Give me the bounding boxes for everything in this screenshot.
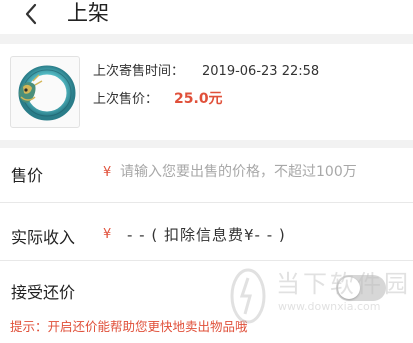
last-price-label: 上次售价： bbox=[93, 92, 159, 107]
watermark-url: www.downxia.com bbox=[278, 300, 381, 313]
last-listed-label: 上次寄售时间： bbox=[93, 64, 185, 79]
net-income-currency: ¥ bbox=[103, 227, 112, 242]
row-divider bbox=[0, 202, 413, 203]
section-divider bbox=[0, 34, 413, 44]
price-label: 售价 bbox=[11, 166, 44, 185]
section-divider bbox=[0, 140, 413, 148]
toggle-knob bbox=[338, 277, 360, 299]
top-bar: 上架 bbox=[0, 0, 413, 34]
last-price-value: 25.0元 bbox=[174, 91, 223, 107]
watermark: 当下软件园 www.downxia.com bbox=[228, 262, 413, 343]
net-income-label: 实际收入 bbox=[11, 228, 76, 247]
dragon-jade-ring-icon bbox=[18, 65, 76, 121]
price-currency: ¥ bbox=[103, 165, 112, 180]
chevron-left-icon[interactable] bbox=[21, 1, 43, 27]
row-divider bbox=[0, 260, 413, 261]
price-input[interactable] bbox=[120, 160, 405, 184]
last-listed-time: 上次寄售时间： 2019-06-23 22:58 bbox=[93, 60, 319, 79]
last-listed-value: 2019-06-23 22:58 bbox=[202, 64, 320, 79]
item-thumbnail bbox=[10, 56, 80, 128]
counter-offer-hint: 提示：开启还价能帮助您更快地卖出物品哦 bbox=[10, 319, 248, 334]
page-title: 上架 bbox=[67, 1, 109, 25]
counter-offer-label: 接受还价 bbox=[11, 283, 76, 302]
last-price: 上次售价： 25.0元 bbox=[93, 88, 223, 108]
counter-offer-toggle[interactable] bbox=[336, 275, 386, 301]
net-income-value: - - ( 扣除信息费¥- - ) bbox=[127, 226, 286, 244]
